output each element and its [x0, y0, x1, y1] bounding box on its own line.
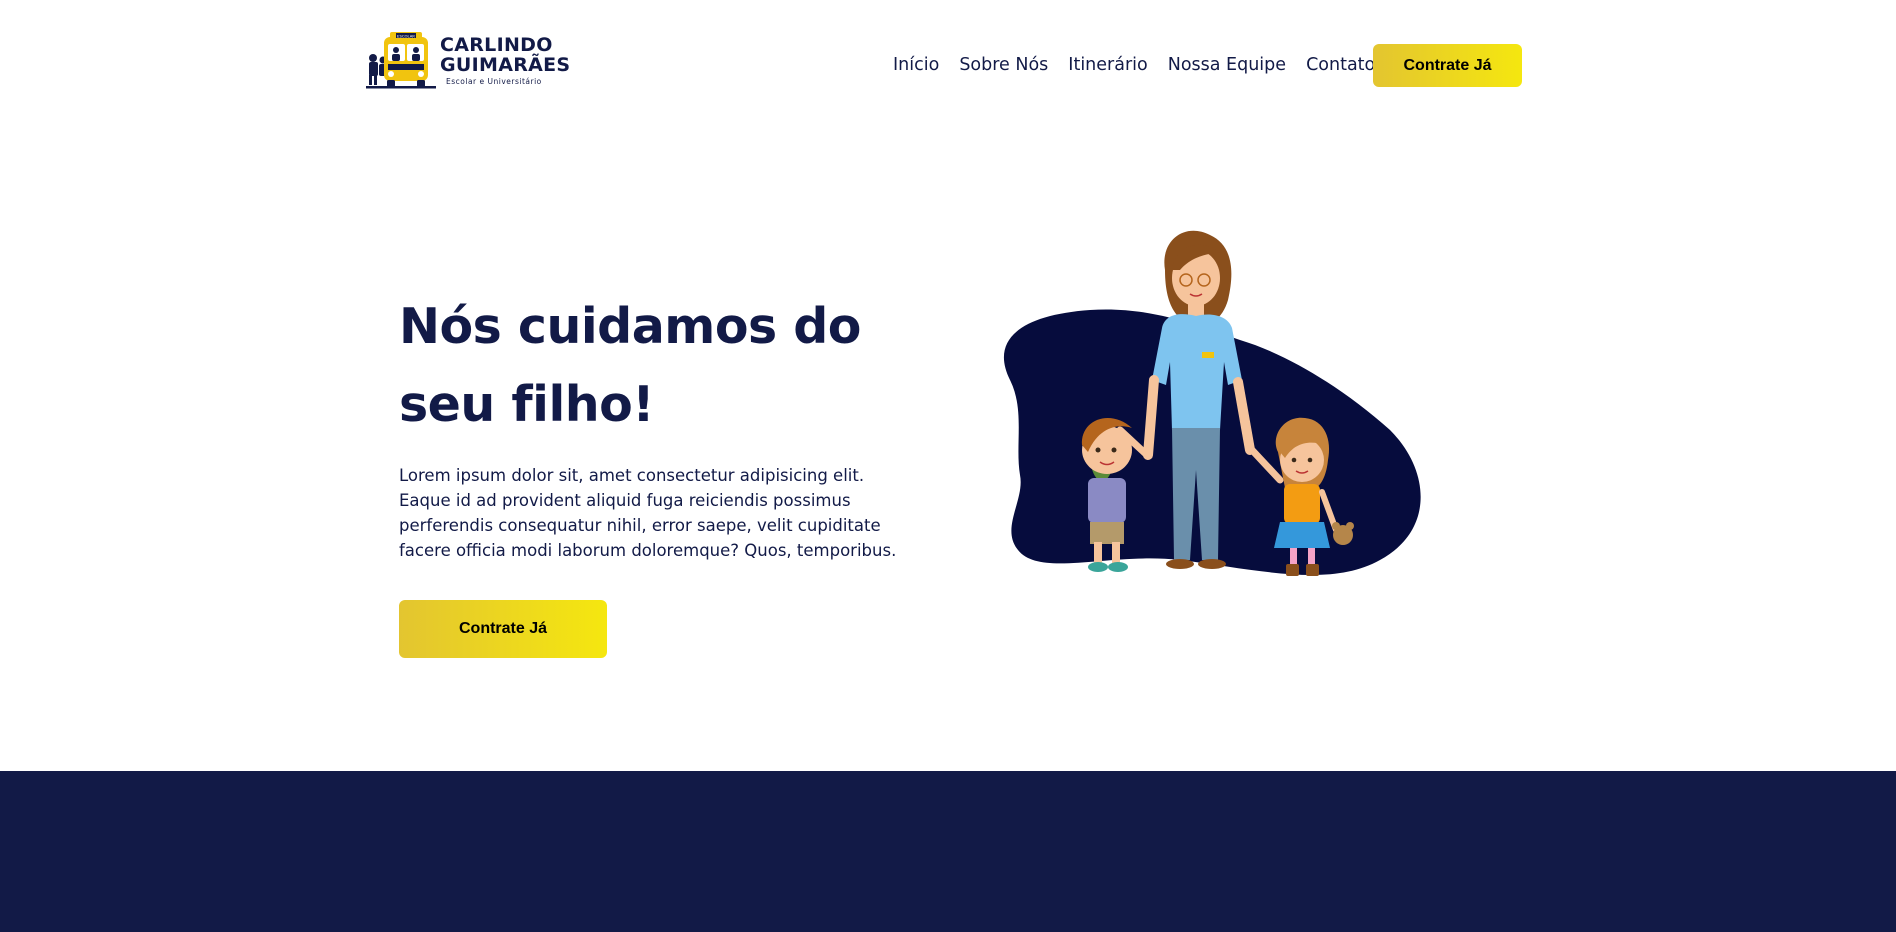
bus-sign: ESCOLAR	[397, 33, 415, 38]
nav-link-sobre-nos[interactable]: Sobre Nós	[959, 52, 1048, 78]
nav-link-contato[interactable]: Contato	[1306, 52, 1375, 78]
hero-title: Nós cuidamos do seu filho!	[399, 288, 919, 444]
brand-wordmark[interactable]: CARLINDO GUIMARÃES Escolar e Universitár…	[440, 35, 570, 86]
brand-tagline: Escolar e Universitário	[446, 77, 542, 86]
footer-band	[0, 771, 1896, 932]
hero-hire-button[interactable]: Contrate Já	[399, 600, 607, 658]
header-hire-button[interactable]: Contrate Já	[1373, 44, 1522, 87]
nav-link-inicio[interactable]: Início	[893, 52, 939, 78]
nav-link-itinerario[interactable]: Itinerário	[1068, 52, 1147, 78]
brand-name-line2: GUIMARÃES	[440, 54, 571, 76]
hero-description: Lorem ipsum dolor sit, amet consectetur …	[399, 466, 897, 560]
nav-link-nossa-equipe[interactable]: Nossa Equipe	[1168, 52, 1286, 78]
hero-title-line2: seu filho!	[399, 376, 655, 433]
site-header: ESCOLAR CARLINDO GUIMARÃES Escolar e Uni…	[0, 0, 1896, 130]
brand-name-line1: CARLINDO	[440, 34, 553, 56]
hero-title-line1: Nós cuidamos do	[399, 298, 861, 355]
main-nav: Início Sobre Nós Itinerário Nossa Equipe…	[893, 52, 1395, 78]
teacher-with-children-illustration	[1003, 230, 1421, 576]
